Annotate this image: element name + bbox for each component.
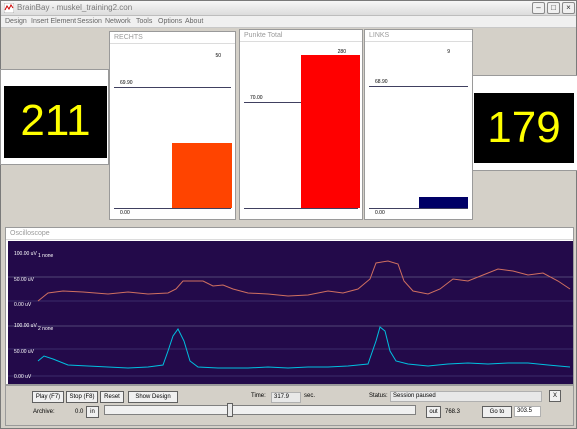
- minimize-button[interactable]: –: [532, 2, 545, 14]
- left-counter-panel: 211: [0, 69, 109, 165]
- threshold-line: [114, 87, 231, 88]
- archive-start-value: 0.0: [75, 409, 84, 415]
- stop-button[interactable]: Stop (F8): [66, 391, 98, 403]
- right-counter-value: 179: [487, 103, 561, 152]
- threshold-line: [369, 86, 468, 87]
- goto-field[interactable]: 303.5: [514, 406, 541, 417]
- archive-end-value: 768.3: [445, 409, 461, 415]
- oscilloscope-title: Oscilloscope: [6, 228, 573, 240]
- menu-network[interactable]: Network: [105, 18, 131, 25]
- bar-panel-links: LINKS 9 68.90 0.00: [364, 29, 473, 220]
- ch1-name: 1 none: [38, 253, 54, 259]
- oscilloscope-display: 100.00 uV 1 none 50.00 uV 0.00 uV 100.00…: [8, 241, 573, 384]
- menu-session[interactable]: Session: [77, 18, 102, 25]
- bar-max-label: 50: [215, 53, 221, 59]
- right-counter-panel: 179: [470, 75, 577, 171]
- close-window-button[interactable]: ×: [562, 2, 575, 14]
- ch2-label-mid: 50.00 uV: [14, 349, 35, 355]
- right-counter-display: 179: [474, 93, 574, 163]
- baseline: [369, 208, 468, 209]
- menu-about[interactable]: About: [185, 18, 203, 25]
- status-field: Session paused: [390, 391, 542, 402]
- bar-meter: 50 69.90 0.00: [114, 45, 232, 216]
- level-bar: [301, 55, 360, 208]
- archive-label: Archive:: [33, 409, 55, 415]
- reset-button[interactable]: Reset: [100, 391, 124, 403]
- level-bar: [419, 197, 468, 208]
- ch1-label-mid: 50.00 uV: [14, 277, 35, 283]
- ch2-label-top: 100.00 uV: [14, 323, 37, 329]
- status-label: Status:: [369, 393, 388, 399]
- archive-slider-thumb[interactable]: [227, 403, 233, 417]
- show-design-button[interactable]: Show Design: [128, 391, 178, 403]
- time-unit: sec.: [304, 393, 316, 399]
- close-controls-button[interactable]: X: [549, 390, 561, 402]
- threshold-label: 69.90: [120, 80, 133, 86]
- level-bar: [172, 143, 232, 208]
- maximize-icon: □: [551, 3, 556, 12]
- main-window: BrainBay - muskel_training2.con – □ × De…: [0, 0, 577, 429]
- bar-panel-punkte-total: Punkte Total 280 70.00: [239, 29, 363, 220]
- baseline: [114, 208, 231, 209]
- menu-options[interactable]: Options: [158, 18, 182, 25]
- maximize-button[interactable]: □: [547, 2, 560, 14]
- threshold-label: 68.90: [375, 79, 388, 85]
- ch1-label-top: 100.00 uV: [14, 251, 37, 257]
- ch2-label-bottom: 0.00 uV: [14, 374, 32, 380]
- ch1-trace: [37, 260, 571, 302]
- left-counter-display: 211: [4, 86, 107, 158]
- window-title: BrainBay - muskel_training2.con: [17, 3, 133, 12]
- play-button[interactable]: Play (F7): [32, 391, 64, 403]
- close-icon: X: [552, 393, 557, 399]
- bar-meter: 280 70.00: [244, 43, 360, 215]
- archive-position-slider[interactable]: [104, 403, 416, 417]
- menu-tools[interactable]: Tools: [136, 18, 152, 25]
- threshold-label: 70.00: [250, 95, 263, 101]
- min-label: 0.00: [375, 210, 385, 216]
- archive-out-button[interactable]: out: [426, 406, 441, 418]
- goto-button[interactable]: Go to: [482, 406, 512, 418]
- brainbay-app-icon: [4, 3, 14, 13]
- menu-insert-element[interactable]: Insert Element: [31, 18, 76, 25]
- bar-panel-rechts: RECHTS 50 69.90 0.00: [109, 31, 236, 220]
- ch1-label-bottom: 0.00 uV: [14, 302, 32, 308]
- time-field: 317.9: [271, 392, 301, 403]
- ch2-trace: [37, 326, 571, 369]
- bar-panel-title: RECHTS: [110, 32, 235, 44]
- bar-panel-title: LINKS: [365, 30, 472, 42]
- bar-max-label: 9: [447, 49, 450, 55]
- archive-in-button[interactable]: in: [86, 406, 99, 418]
- minimize-icon: –: [536, 3, 541, 12]
- time-label: Time:: [251, 393, 266, 399]
- bar-meter: 9 68.90 0.00: [369, 43, 468, 216]
- menu-bar: Design Insert Element Session Network To…: [1, 16, 576, 28]
- menu-design[interactable]: Design: [5, 18, 27, 25]
- title-bar[interactable]: BrainBay - muskel_training2.con – □ ×: [1, 1, 576, 16]
- oscilloscope-panel: Oscilloscope 100.00 uV 1 none 50.00 uV 0…: [5, 227, 574, 385]
- min-label: 0.00: [120, 210, 130, 216]
- bar-panel-title: Punkte Total: [240, 30, 362, 42]
- baseline: [244, 208, 358, 209]
- left-counter-value: 211: [20, 96, 91, 145]
- close-icon: ×: [566, 3, 571, 12]
- ch2-name: 2 none: [38, 326, 54, 332]
